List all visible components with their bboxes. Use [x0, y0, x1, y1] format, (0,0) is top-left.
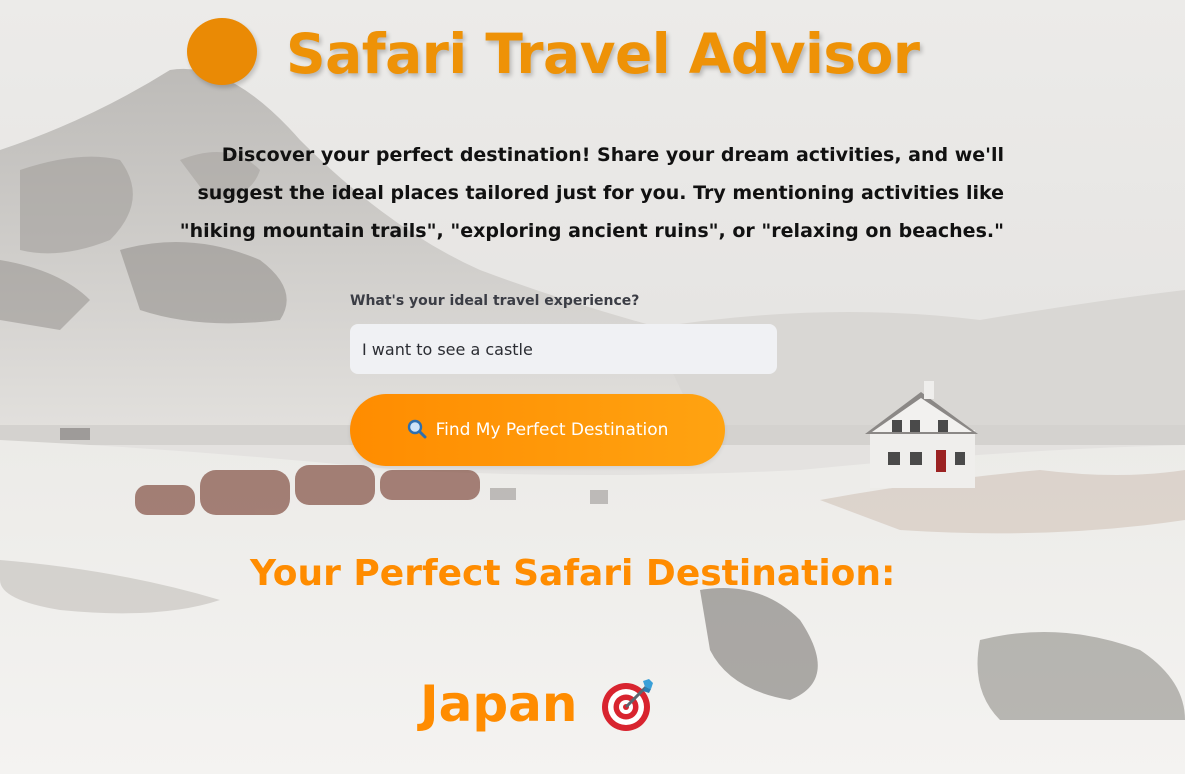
result-destination: Japan — [420, 670, 657, 738]
magnifying-glass-icon — [407, 419, 427, 442]
background-landscape-image — [0, 0, 1185, 774]
intro-description: Discover your perfect destination! Share… — [179, 144, 1004, 242]
direct-hit-target-icon — [599, 675, 657, 733]
travel-experience-input[interactable] — [350, 324, 777, 374]
orange-circle-logo-icon — [187, 18, 257, 85]
find-destination-button-label: Find My Perfect Destination — [435, 420, 669, 440]
app-page: Safari Travel Advisor Discover your perf… — [0, 0, 1185, 774]
find-destination-button[interactable]: Find My Perfect Destination — [350, 394, 725, 466]
travel-experience-label: What's your ideal travel experience? — [350, 293, 640, 309]
app-title: Safari Travel Advisor — [286, 22, 920, 86]
result-heading: Your Perfect Safari Destination: — [250, 553, 896, 594]
destination-name: Japan — [420, 675, 578, 733]
